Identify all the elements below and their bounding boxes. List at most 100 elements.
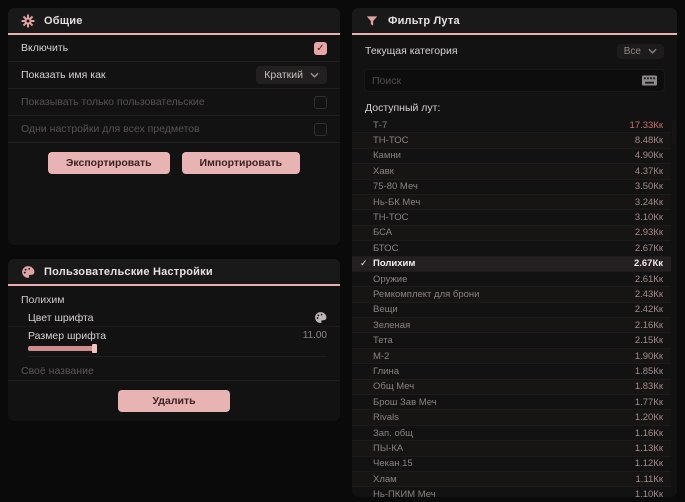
check-icon: ✓ xyxy=(360,474,373,485)
delete-row: Удалить xyxy=(8,381,340,421)
loot-item-name: Брош Зав Меч xyxy=(373,396,437,408)
loot-item-count: 2.42Кк xyxy=(634,304,663,316)
loot-list-item[interactable]: ✓ 75-80 Меч 3.50Кк xyxy=(352,180,671,195)
check-icon: ✓ xyxy=(360,351,373,362)
funnel-icon xyxy=(366,15,378,26)
category-dropdown[interactable]: Все xyxy=(616,43,664,59)
font-size-slider[interactable] xyxy=(28,343,327,357)
search-field[interactable] xyxy=(364,69,665,92)
loot-list-item[interactable]: ✓ Нь-БК Меч 3.24Кк xyxy=(352,194,671,211)
loot-list-item[interactable]: ✓ Тета 2.15Кк xyxy=(352,333,671,349)
same-settings-checkbox[interactable]: ✓ xyxy=(314,122,327,136)
check-icon: ✓ xyxy=(360,212,373,223)
show-name-row: Показать имя как Краткий xyxy=(8,62,340,89)
loot-item-name: Камни xyxy=(373,150,401,162)
loot-list-item[interactable]: ✓ Т-7 17.33Кк xyxy=(352,118,671,134)
slider-thumb[interactable] xyxy=(92,343,97,353)
check-icon: ✓ xyxy=(360,397,373,408)
color-palette-icon[interactable] xyxy=(314,311,327,324)
available-loot-label: Доступный лут: xyxy=(365,102,441,114)
scrollbar-thumb[interactable] xyxy=(672,120,676,144)
loot-list-item[interactable]: ✓ БСА 2.93Кк xyxy=(352,225,671,242)
loot-list-item[interactable]: ✓ ТН-ТОС 8.48Кк xyxy=(352,133,671,149)
loot-item-count: 17.33Кк xyxy=(629,119,663,131)
loot-item-name: Зеленая xyxy=(373,319,411,331)
loot-filter-title: Фильтр Лута xyxy=(388,14,460,27)
font-size-row: Размер шрифта 11.00 xyxy=(8,327,340,342)
loot-item-name: Полихим xyxy=(373,258,416,270)
loot-item-count: 8.48Кк xyxy=(634,135,663,147)
loot-item-count: 4.37Кк xyxy=(634,165,663,177)
loot-item-count: 3.10Кк xyxy=(634,212,663,224)
custom-name-input[interactable] xyxy=(21,365,327,378)
loot-list-item[interactable]: ✓ Вещи 2.42Кк xyxy=(352,303,671,319)
loot-item-name: Нь-ПКИМ Меч xyxy=(373,489,436,497)
loot-list-item[interactable]: ✓ Общ Меч 1.83Кк xyxy=(352,379,671,396)
loot-item-name: Нь-БК Меч xyxy=(373,196,421,208)
loot-item-name: Оружие xyxy=(373,273,408,285)
loot-list-item[interactable]: ✓ Брош Зав Меч 1.77Кк xyxy=(352,395,671,411)
check-icon: ✓ xyxy=(360,258,368,269)
right-column: Фильтр Лута Текущая категория Все Поиск … xyxy=(352,8,677,497)
loot-list-item[interactable]: ✓ Хлам 1.11Кк xyxy=(352,471,671,488)
loot-list-item[interactable]: ✓ М-2 1.90Кк xyxy=(352,348,671,365)
check-icon: ✓ xyxy=(360,335,373,346)
font-color-row[interactable]: Цвет шрифта xyxy=(8,310,340,327)
loot-item-name: 75-80 Меч xyxy=(373,181,418,193)
loot-item-name: ТН-ТОС xyxy=(373,212,409,224)
loot-item-name: Вещи xyxy=(373,304,398,316)
same-settings-row: Одни настройки для всех предметов ✓ xyxy=(8,116,340,143)
loot-item-count: 1.10Кк xyxy=(634,489,663,497)
loot-list-item[interactable]: ✓ Rivals 1.20Кк xyxy=(352,410,671,426)
loot-item-count: 4.90Кк xyxy=(634,150,663,162)
loot-list-item[interactable]: ✓ Ремкомплект для брони 2.43Кк xyxy=(352,287,671,303)
search-input[interactable] xyxy=(372,74,636,87)
loot-item-name: М-2 xyxy=(373,350,390,362)
loot-item-count: 1.20Кк xyxy=(634,412,663,424)
check-icon: ✓ xyxy=(360,274,373,285)
only-custom-checkbox[interactable]: ✓ xyxy=(314,95,327,109)
loot-list-item[interactable]: ✓ БТОС 2.67Кк xyxy=(352,241,671,257)
show-name-dropdown[interactable]: Краткий xyxy=(256,66,327,84)
check-icon: ✓ xyxy=(360,120,373,131)
loot-item-count: 2.61Кк xyxy=(634,273,663,285)
loot-filter-header: Фильтр Лута xyxy=(352,8,677,35)
loot-item-count: 2.43Кк xyxy=(634,288,663,300)
export-button[interactable]: Экспортировать xyxy=(47,152,170,174)
loot-item-count: 3.24Кк xyxy=(634,196,663,208)
check-icon: ✓ xyxy=(360,443,373,454)
loot-item-name: Хавк xyxy=(373,165,394,177)
delete-button[interactable]: Удалить xyxy=(118,390,230,412)
loot-list-item[interactable]: ✓ Оружие 2.61Кк xyxy=(352,272,671,288)
loot-item-name: ПЫ-КА xyxy=(373,442,404,454)
font-size-label: Размер шрифта xyxy=(28,329,107,342)
loot-item-count: 1.83Кк xyxy=(634,381,663,393)
loot-list-item[interactable]: ✓ ПЫ-КА 1.13Кк xyxy=(352,441,671,457)
loot-list-item[interactable]: ✓ Зеленая 2.16Кк xyxy=(352,318,671,334)
loot-item-count: 1.77Кк xyxy=(634,396,663,408)
show-name-label: Показать имя как xyxy=(21,69,106,81)
slider-fill xyxy=(28,345,96,351)
palette-icon xyxy=(22,265,35,278)
loot-item-count: 2.93Кк xyxy=(634,227,663,239)
loot-item-count: 1.16Кк xyxy=(634,427,663,439)
general-panel-header: Общие xyxy=(8,8,340,35)
loot-list-item[interactable]: ✓ Зап. общ 1.16Кк xyxy=(352,426,671,442)
loot-list-item[interactable]: ✓ Чекан 15 1.12Кк xyxy=(352,457,671,472)
loot-item-name: БТОС xyxy=(373,242,399,254)
category-row: Текущая категория Все xyxy=(352,35,677,67)
loot-list-item[interactable]: ✓ Полихим 2.67Кк xyxy=(352,256,671,272)
loot-item-name: Rivals xyxy=(373,412,399,424)
enable-checkbox[interactable]: ✓ xyxy=(314,41,327,55)
loot-list-item[interactable]: ✓ Глина 1.85Кк xyxy=(352,364,671,380)
custom-settings-header: Пользовательские Настройки xyxy=(8,259,340,286)
loot-list-item[interactable]: ✓ Хавк 4.37Кк xyxy=(352,164,671,180)
loot-list-item[interactable]: ✓ Нь-ПКИМ Меч 1.10Кк xyxy=(352,487,671,497)
loot-list-item[interactable]: ✓ Камни 4.90Кк xyxy=(352,149,671,165)
loot-item-count: 2.16Кк xyxy=(634,319,663,331)
left-column: Общие Включить ✓ Показать имя как Кратки… xyxy=(8,8,340,494)
category-label: Текущая категория xyxy=(365,45,458,57)
import-button[interactable]: Импортировать xyxy=(181,152,301,174)
keyboard-icon[interactable] xyxy=(642,75,657,86)
loot-list-item[interactable]: ✓ ТН-ТОС 3.10Кк xyxy=(352,210,671,226)
